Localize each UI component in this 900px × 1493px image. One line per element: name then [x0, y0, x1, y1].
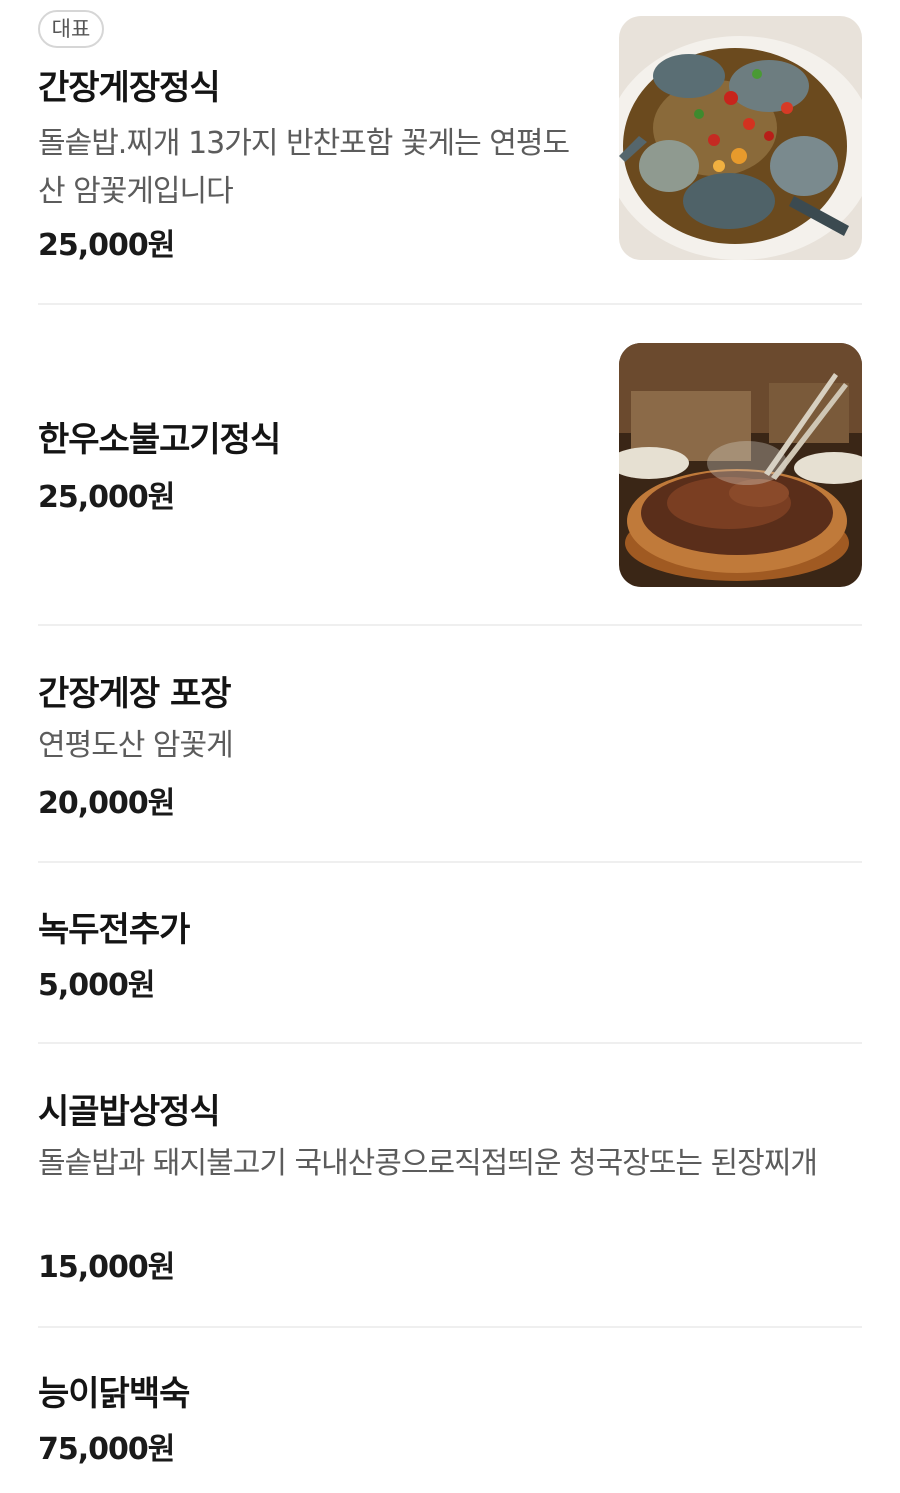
- menu-item-price: 25,000원: [38, 228, 175, 263]
- menu-item-description: 연평도산 암꽃게: [38, 728, 234, 763]
- menu-item-soy-crab-takeout[interactable]: 간장게장 포장 연평도산 암꽃게 20,000원: [38, 660, 862, 830]
- item-divider: [38, 1042, 862, 1044]
- menu-item-beef-bulgogi-set[interactable]: 한우소불고기정식 25,000원: [38, 340, 862, 600]
- menu-item-price: 15,000원: [38, 1250, 175, 1285]
- menu-item-price: 25,000원: [38, 480, 175, 515]
- menu-item-description: 돌솥밥과 돼지불고기 국내산콩으로직접띄운 청국장또는 된장찌개: [38, 1146, 818, 1181]
- menu-item-price: 5,000원: [38, 968, 155, 1003]
- menu-item-soy-crab-set[interactable]: 대표 간장게장정식 돌솥밥.찌개 13가지 반찬포함 꽃게는 연평도산 암꽃게입…: [38, 10, 862, 270]
- signature-badge: 대표: [38, 10, 104, 48]
- item-divider: [38, 624, 862, 626]
- soy-sauce-crab-image: [619, 16, 862, 260]
- menu-item-neungi-chicken-soup[interactable]: 능이닭백숙 75,000원: [38, 1362, 862, 1482]
- menu-item-mungbean-pancake-extra[interactable]: 녹두전추가 5,000원: [38, 898, 862, 1018]
- menu-item-description: 돌솥밥.찌개 13가지 반찬포함 꽃게는 연평도산 암꽃게입니다: [38, 126, 570, 209]
- menu-item-name: 간장게장정식: [38, 68, 221, 108]
- item-divider: [38, 861, 862, 863]
- menu-item-name: 녹두전추가: [38, 910, 190, 950]
- menu-item-name: 능이닭백숙: [38, 1374, 190, 1414]
- item-divider: [38, 1326, 862, 1328]
- soy-sauce-crab-photo[interactable]: [619, 16, 862, 260]
- menu-item-name: 시골밥상정식: [38, 1092, 221, 1132]
- menu-item-name: 간장게장 포장: [38, 674, 232, 714]
- menu-item-price: 75,000원: [38, 1432, 175, 1467]
- item-divider: [38, 303, 862, 305]
- beef-bulgogi-image: [619, 343, 862, 587]
- beef-bulgogi-photo[interactable]: [619, 343, 862, 587]
- menu-item-country-table-set[interactable]: 시골밥상정식 돌솥밥과 돼지불고기 국내산콩으로직접띄운 청국장또는 된장찌개 …: [38, 1080, 862, 1300]
- menu-item-price: 20,000원: [38, 786, 175, 821]
- menu-item-name: 한우소불고기정식: [38, 420, 281, 460]
